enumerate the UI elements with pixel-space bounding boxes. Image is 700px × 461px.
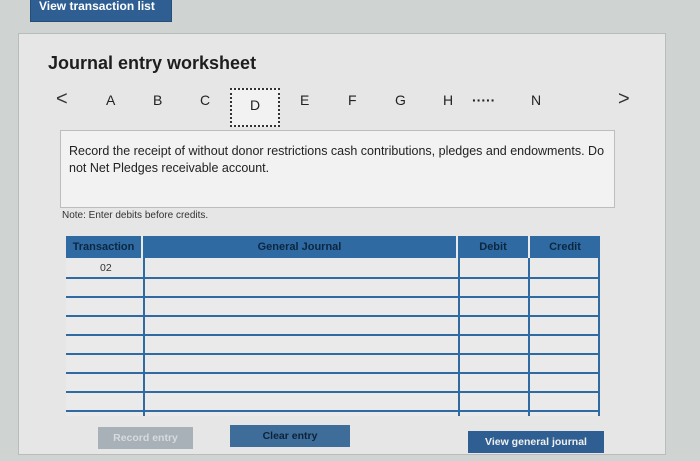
view-transaction-list-button[interactable]: View transaction list xyxy=(30,0,172,22)
note-text: Note: Enter debits before credits. xyxy=(62,210,209,221)
view-general-journal-button[interactable]: View general journal xyxy=(468,431,604,453)
tab-n[interactable]: N xyxy=(531,92,541,108)
journal-grid: Transaction General Journal Debit Credit xyxy=(66,236,600,416)
tab-c[interactable]: C xyxy=(200,92,210,108)
tab-d-active[interactable]: D xyxy=(230,88,280,127)
tab-ellipsis: ····· xyxy=(472,92,496,108)
header-debit: Debit xyxy=(458,236,528,258)
table-row[interactable] xyxy=(66,315,600,317)
table-row[interactable] xyxy=(66,334,600,336)
prev-arrow-icon[interactable]: < xyxy=(56,88,68,111)
header-transaction: Transaction xyxy=(66,236,141,258)
tab-b[interactable]: B xyxy=(153,92,162,108)
instruction-text: Record the receipt of without donor rest… xyxy=(69,144,605,175)
page-title: Journal entry worksheet xyxy=(48,53,257,73)
tab-a[interactable]: A xyxy=(106,92,115,108)
table-row[interactable] xyxy=(66,296,600,298)
tab-g[interactable]: G xyxy=(395,92,406,108)
tab-f[interactable]: F xyxy=(348,92,357,108)
table-row[interactable] xyxy=(66,277,600,279)
table-row[interactable] xyxy=(66,391,600,393)
next-arrow-icon[interactable]: > xyxy=(618,88,630,111)
table-row[interactable] xyxy=(66,353,600,355)
tab-e[interactable]: E xyxy=(300,92,309,108)
clear-entry-button[interactable]: Clear entry xyxy=(230,425,350,447)
instruction-box: Record the receipt of without donor rest… xyxy=(60,130,615,208)
transaction-number: 02 xyxy=(100,262,112,274)
record-entry-button[interactable]: Record entry xyxy=(98,427,193,449)
header-credit: Credit xyxy=(530,236,600,258)
tab-h[interactable]: H xyxy=(443,92,453,108)
table-row[interactable] xyxy=(66,372,600,374)
header-general-journal: General Journal xyxy=(143,236,456,258)
table-row[interactable] xyxy=(66,410,600,412)
